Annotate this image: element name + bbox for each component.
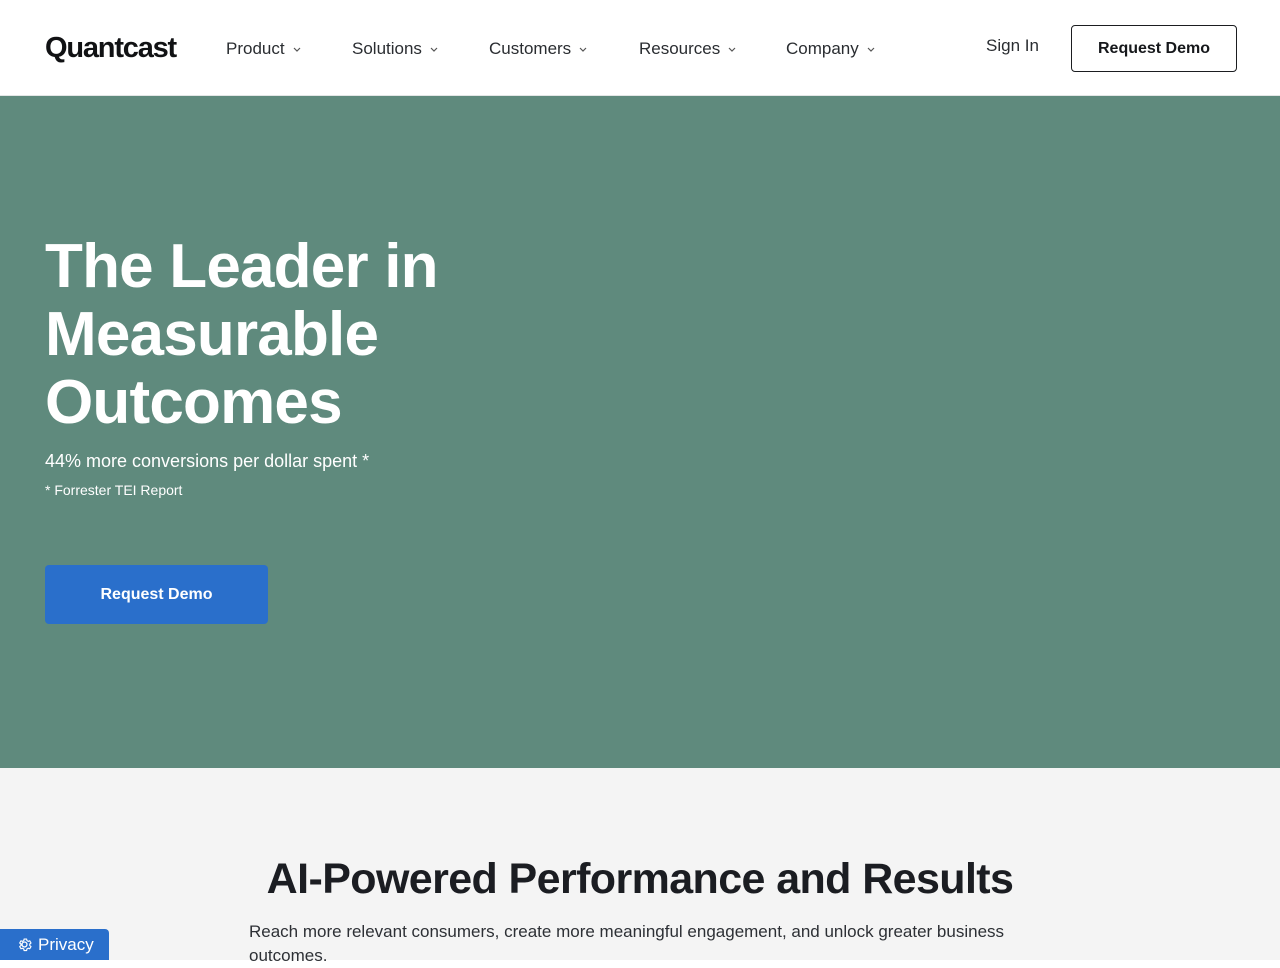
hero-title-line: Outcomes: [45, 368, 343, 437]
site-header: Quantcast Product Solutions Customers Re…: [0, 0, 1280, 96]
hero-request-demo-button[interactable]: Request Demo: [45, 565, 268, 624]
hero-footnote: * Forrester TEI Report: [45, 482, 183, 498]
privacy-button[interactable]: Privacy: [0, 929, 109, 960]
hero-title-line: The Leader in: [45, 232, 439, 301]
section-title: AI-Powered Performance and Results: [266, 855, 1014, 903]
privacy-label: Privacy: [38, 934, 94, 954]
nav-item-product[interactable]: Product: [226, 37, 302, 61]
nav-item-customers[interactable]: Customers: [489, 37, 588, 61]
nav-item-label: Product: [226, 39, 285, 58]
section-description: Reach more relevant consumers, create mo…: [249, 922, 1005, 965]
chevron-down-icon: [579, 47, 587, 52]
chevron-down-icon: [867, 47, 875, 52]
hero-stat-text: 44% more conversions per dollar spent *: [45, 451, 370, 471]
nav-item-resources[interactable]: Resources: [639, 37, 737, 61]
chevron-down-icon: [728, 47, 736, 52]
hero-title: The Leader in Measurable Outcomes: [45, 233, 605, 437]
nav-item-solutions[interactable]: Solutions: [352, 37, 439, 61]
hero-section: The Leader in Measurable Outcomes 44% mo…: [0, 96, 1280, 768]
sign-in-link[interactable]: Sign In: [986, 36, 1039, 56]
nav-item-label: Resources: [639, 39, 721, 58]
chevron-down-icon: [430, 47, 438, 52]
nav-item-label: Company: [786, 39, 859, 58]
nav-item-label: Customers: [489, 39, 572, 58]
nav-item-label: Solutions: [352, 39, 422, 58]
hero-title-line: Measurable: [45, 300, 379, 369]
quantcast-logo[interactable]: Quantcast: [45, 30, 177, 66]
header-request-demo-button[interactable]: Request Demo: [1071, 25, 1237, 72]
gear-icon: [19, 938, 32, 952]
nav-item-company[interactable]: Company: [786, 37, 876, 61]
chevron-down-icon: [293, 47, 301, 52]
performance-section: AI-Powered Performance and Results Reach…: [0, 768, 1280, 965]
